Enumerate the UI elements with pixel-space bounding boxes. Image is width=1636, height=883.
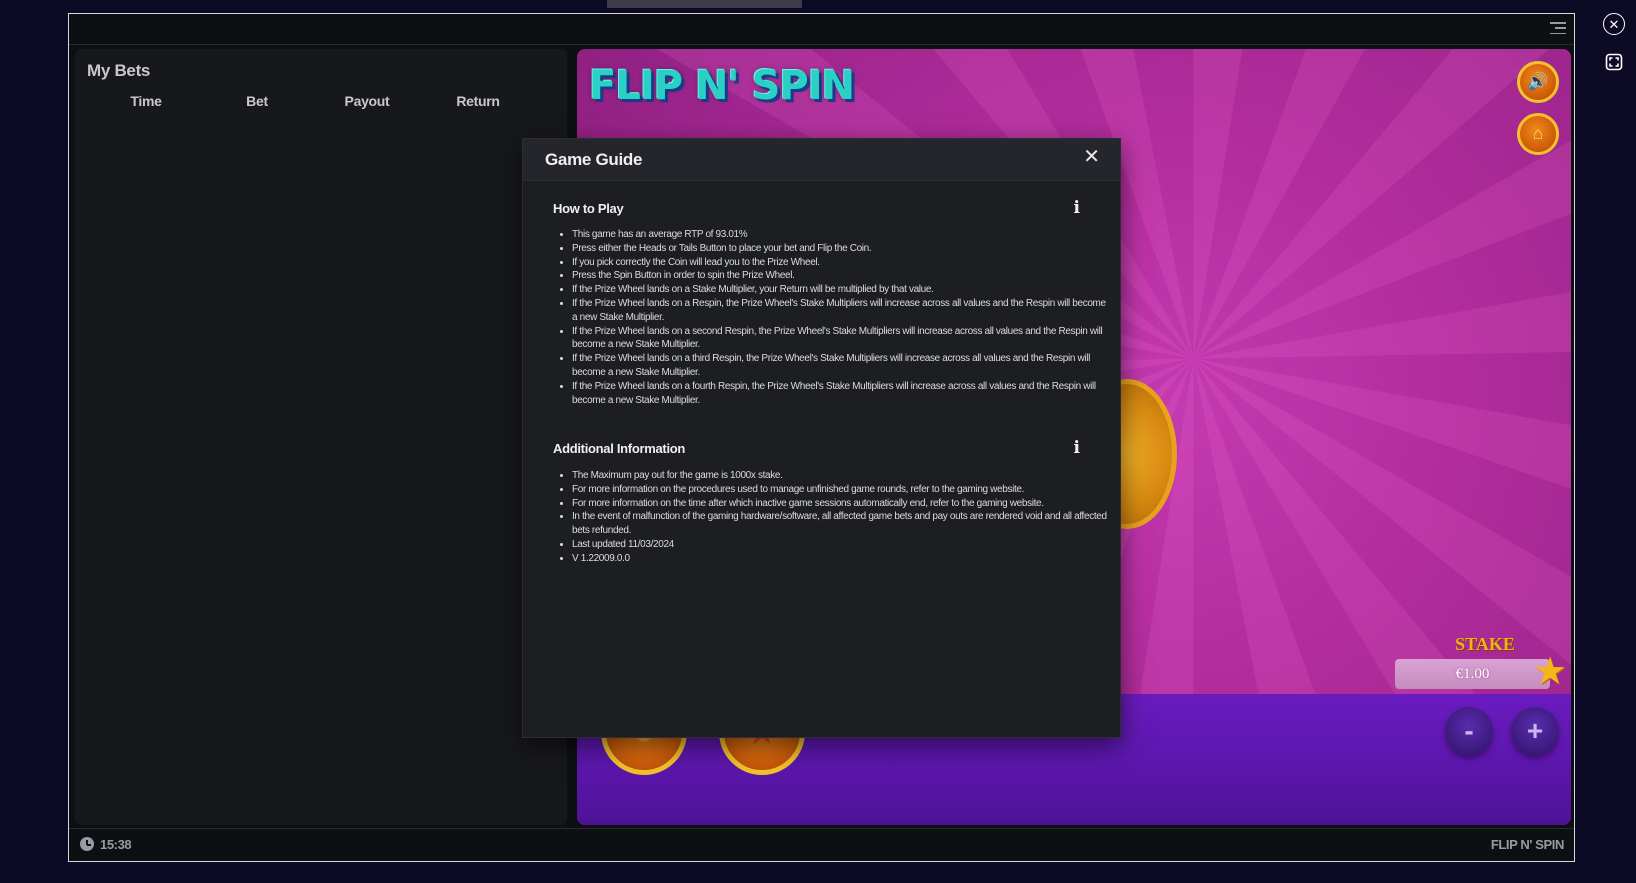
stake-label: STAKE (1455, 634, 1515, 654)
sound-button[interactable]: 🔊 (1517, 61, 1559, 103)
bets-table-header: Time Bet Payout Return (75, 93, 567, 115)
home-icon: ⌂ (1532, 124, 1544, 143)
column-return: Return (456, 93, 500, 109)
close-window-button[interactable]: ✕ (1603, 13, 1625, 35)
guide-list-item: For more information on the time after w… (572, 497, 1107, 511)
stake-plus-button[interactable]: + (1511, 707, 1559, 755)
top-tab-indicator (607, 0, 802, 8)
stake-minus-button[interactable]: - (1445, 707, 1493, 755)
frame-top-bar (69, 14, 1574, 45)
clock-icon (80, 837, 94, 851)
footer-brand: FLIP N' SPIN (1490, 837, 1565, 852)
guide-list-item: If the Prize Wheel lands on a third Resp… (572, 352, 1107, 380)
column-payout: Payout (344, 93, 390, 109)
speaker-icon: 🔊 (1527, 72, 1549, 91)
my-bets-panel: My Bets Time Bet Payout Return (75, 49, 567, 825)
info-icon[interactable]: i (1074, 198, 1080, 218)
my-bets-title: My Bets (87, 61, 151, 80)
close-circle-icon: ✕ (1608, 16, 1620, 32)
fullscreen-icon (1605, 53, 1623, 71)
guide-list-item: This game has an average RTP of 93.01% (572, 228, 1107, 242)
guide-list-item: If the Prize Wheel lands on a Stake Mult… (572, 283, 1107, 297)
guide-list-item: In the event of malfunction of the gamin… (572, 510, 1107, 538)
modal-header: Game Guide ✕ (523, 139, 1120, 181)
guide-list-item: If you pick correctly the Coin will lead… (572, 256, 1107, 270)
guide-list-item: If the Prize Wheel lands on a fourth Res… (572, 380, 1107, 408)
guide-list-item: For more information on the procedures u… (572, 483, 1107, 497)
column-time: Time (130, 93, 162, 109)
star-icon: ★ (1533, 651, 1568, 693)
additional-info-list: The Maximum pay out for the game is 1000… (553, 469, 1107, 566)
guide-list-item: The Maximum pay out for the game is 1000… (572, 469, 1107, 483)
frame-footer: 15:38 FLIP N' SPIN (69, 828, 1574, 861)
guide-list-item: If the Prize Wheel lands on a second Res… (572, 325, 1107, 353)
guide-list-item: Press either the Heads or Tails Button t… (572, 242, 1107, 256)
game-logo: FLIP N' SPIN (589, 63, 855, 109)
guide-list-item: Last updated 11/03/2024 (572, 538, 1107, 552)
how-to-play-title: How to Play (553, 201, 624, 216)
guide-list-item: If the Prize Wheel lands on a Respin, th… (572, 297, 1107, 325)
additional-info-title: Additional Information (553, 441, 686, 456)
close-icon[interactable]: ✕ (1083, 147, 1100, 167)
modal-title: Game Guide (545, 150, 643, 169)
column-bet: Bet (246, 93, 268, 109)
how-to-play-list: This game has an average RTP of 93.01%Pr… (553, 228, 1107, 407)
home-button[interactable]: ⌂ (1517, 113, 1559, 155)
clock-time: 15:38 (100, 837, 132, 852)
info-icon[interactable]: i (1074, 438, 1080, 458)
hamburger-icon[interactable] (1550, 22, 1566, 34)
guide-list-item: V 1.22009.0.0 (572, 552, 1107, 566)
fullscreen-button[interactable] (1603, 51, 1625, 73)
guide-list-item: Press the Spin Button in order to spin t… (572, 269, 1107, 283)
game-guide-modal: Game Guide ✕ How to Play i This game has… (522, 138, 1121, 738)
stake-value-box[interactable]: €1.00 (1395, 659, 1550, 689)
